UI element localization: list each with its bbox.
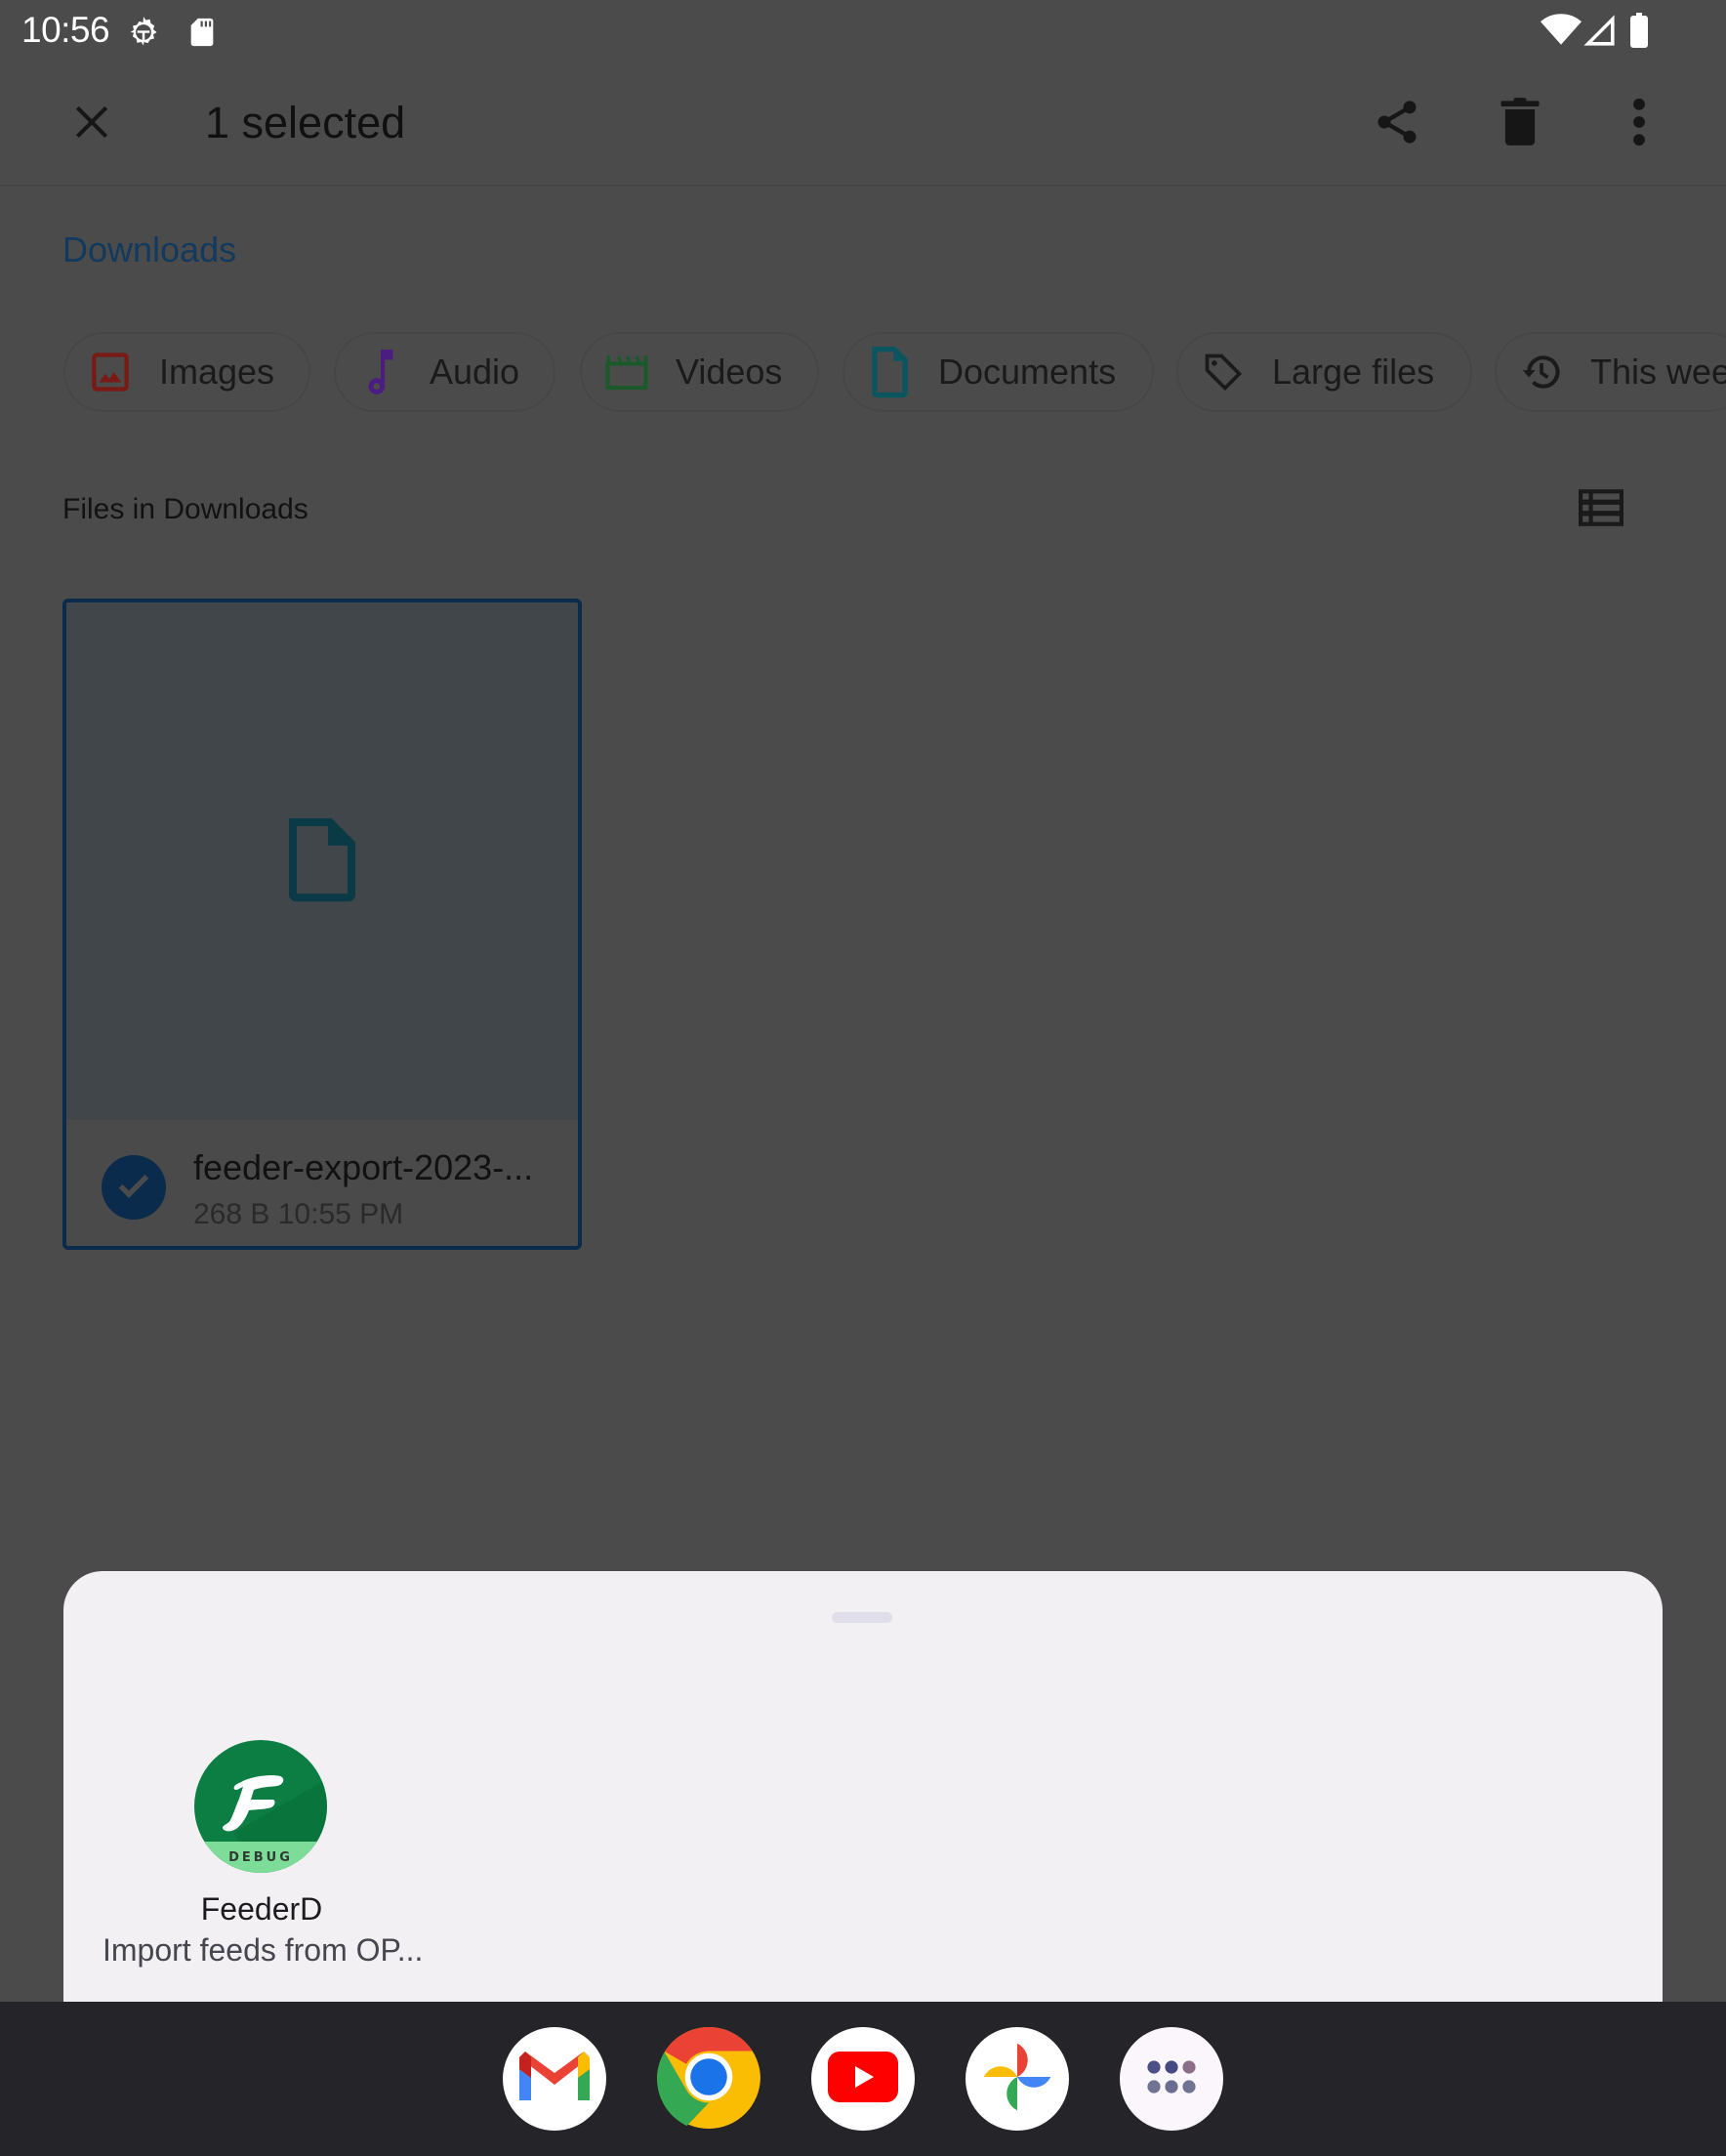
feeder-app-icon: DEBUG <box>194 1740 327 1873</box>
trash-icon <box>1499 97 1541 152</box>
wifi-icon <box>1541 12 1582 47</box>
chip-this-week[interactable]: This week <box>1495 332 1726 412</box>
taskbar <box>0 2002 1726 2156</box>
chip-label: Audio <box>430 352 520 392</box>
chip-label: Large files <box>1272 352 1435 392</box>
file-card[interactable]: feeder-export-2023-... 268 B 10:55 PM <box>62 599 582 1250</box>
chip-label: Videos <box>676 352 783 392</box>
delete-button[interactable] <box>1486 90 1554 158</box>
debug-badge: DEBUG <box>228 1850 293 1865</box>
list-view-icon <box>1579 488 1623 531</box>
chip-label: This week <box>1590 352 1726 392</box>
file-thumbnail <box>66 602 578 1120</box>
dock-photos[interactable] <box>966 2027 1069 2131</box>
music-note-icon <box>359 350 402 394</box>
share-target-name: FeederD <box>200 1891 323 1927</box>
drag-handle[interactable] <box>832 1612 892 1623</box>
debug-gear-icon <box>125 14 160 49</box>
share-icon <box>1372 96 1422 153</box>
youtube-icon <box>828 2051 898 2107</box>
sd-card-icon <box>185 14 221 49</box>
status-time: 10:56 <box>21 10 110 50</box>
selected-checkmark[interactable] <box>102 1155 166 1220</box>
share-button[interactable] <box>1363 90 1431 158</box>
chip-large-files[interactable]: Large files <box>1176 332 1472 412</box>
dock-youtube[interactable] <box>811 2027 915 2131</box>
clapperboard-icon <box>605 351 648 394</box>
share-target-description: Import feeds from OP... <box>103 1932 424 1968</box>
history-icon <box>1520 351 1563 394</box>
app-drawer-icon <box>1146 2059 1197 2099</box>
chip-audio[interactable]: Audio <box>334 332 555 412</box>
section-title: Files in Downloads <box>62 493 308 525</box>
more-options-button[interactable] <box>1605 90 1673 158</box>
file-meta: 268 B 10:55 PM <box>193 1198 404 1230</box>
chip-label: Images <box>159 352 275 392</box>
cell-signal-icon <box>1582 14 1618 49</box>
photos-icon <box>980 2040 1054 2119</box>
dock-all-apps[interactable] <box>1120 2027 1223 2131</box>
gmail-icon <box>519 2050 590 2109</box>
dock-chrome[interactable] <box>657 2027 760 2131</box>
chip-label: Documents <box>938 352 1117 392</box>
battery-icon <box>1628 13 1664 48</box>
document-icon <box>868 347 911 398</box>
share-target-feederd[interactable]: DEBUG FeederD Import feeds from OP... <box>103 1727 424 1991</box>
chrome-icon <box>657 2027 760 2131</box>
close-selection-button[interactable] <box>58 90 126 158</box>
chip-videos[interactable]: Videos <box>580 332 819 412</box>
breadcrumb-downloads[interactable]: Downloads <box>62 229 236 270</box>
chip-images[interactable]: Images <box>63 332 310 412</box>
dock-gmail[interactable] <box>503 2027 606 2131</box>
selection-count-title: 1 selected <box>205 98 406 147</box>
document-icon <box>287 816 357 907</box>
share-sheet: DEBUG FeederD Import feeds from OP... <box>63 1571 1663 2002</box>
chip-documents[interactable]: Documents <box>842 332 1154 412</box>
toggle-list-view-button[interactable] <box>1567 476 1635 544</box>
app-bar-divider <box>0 185 1726 187</box>
close-icon <box>70 101 113 148</box>
check-icon <box>114 1166 153 1210</box>
file-name: feeder-export-2023-... <box>193 1147 534 1187</box>
more-vert-icon <box>1632 98 1646 151</box>
tag-icon <box>1202 351 1245 394</box>
image-icon <box>89 351 132 394</box>
